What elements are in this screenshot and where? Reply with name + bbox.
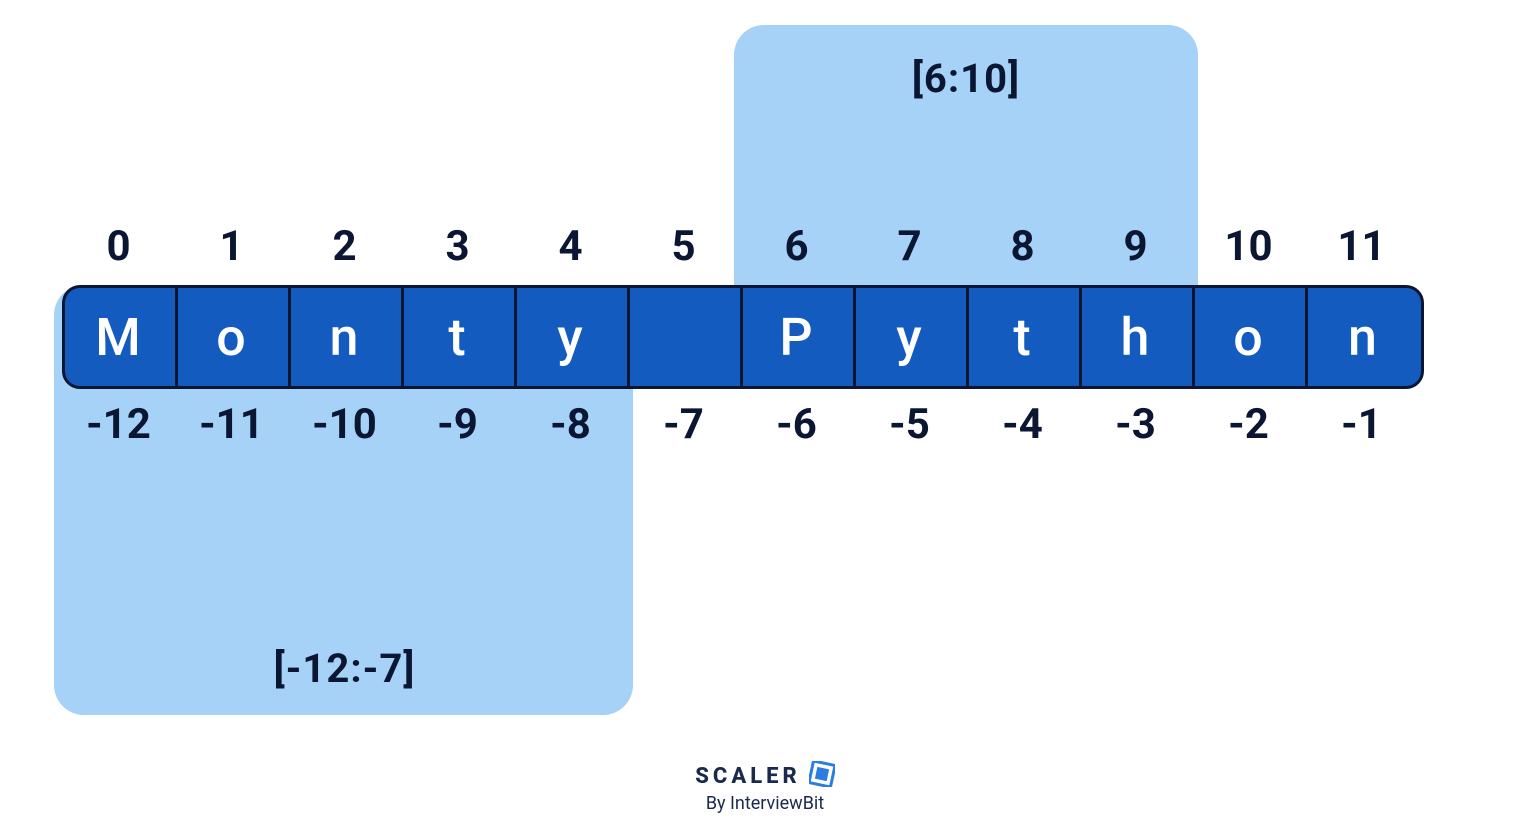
negative-index: -12 (62, 400, 175, 449)
character-cell: y (856, 288, 969, 386)
footer: SCALER By InterviewBit (0, 761, 1530, 814)
brand-line: SCALER (695, 761, 834, 791)
character-cell: o (1195, 288, 1308, 386)
positive-index: 6 (740, 222, 853, 271)
positive-index: 10 (1192, 222, 1305, 271)
negative-index: -8 (514, 400, 627, 449)
negative-index: -5 (853, 400, 966, 449)
slice-label-bottom: [-12:-7] (245, 645, 445, 692)
character-cell: n (291, 288, 404, 386)
positive-index: 1 (175, 222, 288, 271)
slice-label-top: [6:10] (866, 55, 1066, 102)
positive-index: 11 (1305, 222, 1418, 271)
character-cell: o (178, 288, 291, 386)
positive-index: 3 (401, 222, 514, 271)
negative-index: -6 (740, 400, 853, 449)
negative-index: -2 (1192, 400, 1305, 449)
character-cell: P (743, 288, 856, 386)
brand-name: SCALER (695, 764, 800, 789)
character-cell (630, 288, 743, 386)
positive-index: 7 (853, 222, 966, 271)
negative-index: -3 (1079, 400, 1192, 449)
character-cell: M (65, 288, 178, 386)
byline: By InterviewBit (706, 793, 824, 814)
negative-index: -9 (401, 400, 514, 449)
positive-index: 9 (1079, 222, 1192, 271)
negative-index-row: -12-11-10-9-8-7-6-5-4-3-2-1 (62, 400, 1418, 449)
character-cell: h (1082, 288, 1195, 386)
positive-index: 0 (62, 222, 175, 271)
negative-index: -11 (175, 400, 288, 449)
diagram-canvas: [6:10] [-12:-7] 01234567891011 Monty Pyt… (0, 0, 1530, 834)
positive-index-row: 01234567891011 (62, 222, 1418, 271)
positive-index: 8 (966, 222, 1079, 271)
negative-index: -1 (1305, 400, 1418, 449)
character-cell: y (517, 288, 630, 386)
positive-index: 2 (288, 222, 401, 271)
scaler-logo-icon (809, 761, 835, 791)
character-row: Monty Python (62, 285, 1424, 389)
positive-index: 5 (627, 222, 740, 271)
character-cell: t (969, 288, 1082, 386)
negative-index: -7 (627, 400, 740, 449)
negative-index: -10 (288, 400, 401, 449)
positive-index: 4 (514, 222, 627, 271)
character-cell: n (1308, 288, 1421, 386)
character-cell: t (404, 288, 517, 386)
negative-index: -4 (966, 400, 1079, 449)
